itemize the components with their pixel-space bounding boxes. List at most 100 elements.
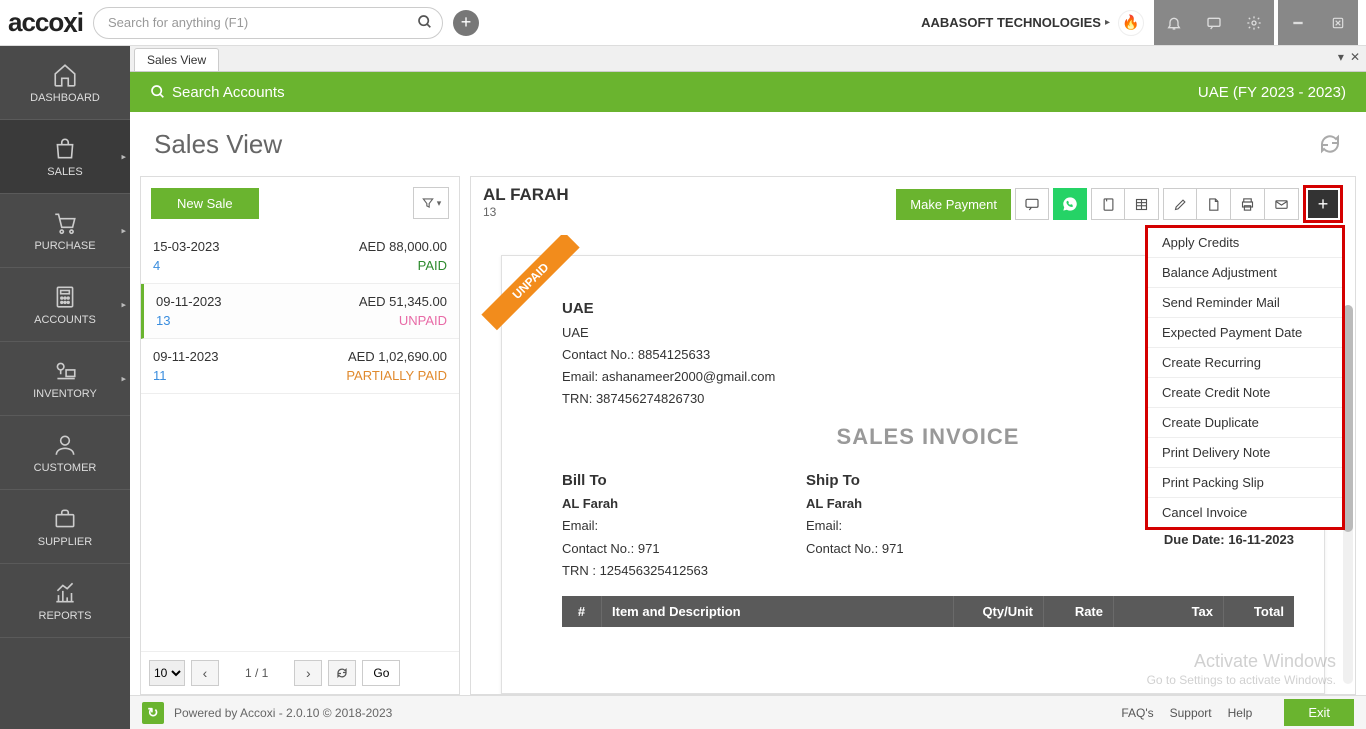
- sidebar-item-reports[interactable]: REPORTS: [0, 564, 130, 638]
- tab-menu-icon[interactable]: ▾: [1338, 50, 1344, 64]
- new-sale-button[interactable]: New Sale: [151, 188, 259, 219]
- sidebar-item-label: CUSTOMER: [34, 462, 97, 474]
- invoice-number-short: 13: [483, 205, 569, 219]
- footer-powered: Powered by Accoxi - 2.0.10 © 2018-2023: [174, 706, 392, 720]
- minimize-icon[interactable]: [1278, 0, 1318, 45]
- gear-icon[interactable]: [1234, 0, 1274, 45]
- exit-button[interactable]: Exit: [1284, 699, 1354, 726]
- sale-row[interactable]: 15-03-2023AED 88,000.00 4PAID: [141, 229, 459, 284]
- footer-help-link[interactable]: Help: [1228, 706, 1253, 720]
- footer: ↻ Powered by Accoxi - 2.0.10 © 2018-2023…: [130, 695, 1366, 729]
- pager-page-label: 1 / 1: [225, 666, 288, 680]
- sidebar-item-label: ACCOUNTS: [34, 314, 96, 326]
- sidebar-item-accounts[interactable]: ACCOUNTS ▸: [0, 268, 130, 342]
- sidebar-item-purchase[interactable]: PURCHASE ▸: [0, 194, 130, 268]
- sidebar-item-supplier[interactable]: SUPPLIER: [0, 490, 130, 564]
- more-menu-item[interactable]: Create Recurring: [1148, 348, 1342, 378]
- customer-name: AL FARAH: [483, 185, 569, 205]
- more-menu-item[interactable]: Send Reminder Mail: [1148, 288, 1342, 318]
- topbar: accoxi + AABASOFT TECHNOLOGIES ▸ 🔥: [0, 0, 1366, 46]
- fire-icon[interactable]: 🔥: [1118, 10, 1144, 36]
- sidebar-item-sales[interactable]: SALES ▸: [0, 120, 130, 194]
- ship-to-block: Ship To AL Farah Email: Contact No.: 971: [806, 468, 1050, 582]
- attachment-icon[interactable]: [1091, 188, 1125, 220]
- sidebar-item-inventory[interactable]: INVENTORY ▸: [0, 342, 130, 416]
- tab-sales-view[interactable]: Sales View: [134, 48, 219, 71]
- more-menu-item[interactable]: Balance Adjustment: [1148, 258, 1342, 288]
- search-icon[interactable]: [417, 14, 433, 30]
- email-icon[interactable]: [1265, 188, 1299, 220]
- page-title-row: Sales View: [130, 112, 1366, 176]
- invoice-items-table: # Item and Description Qty/Unit Rate Tax…: [562, 596, 1294, 627]
- pdf-icon[interactable]: [1197, 188, 1231, 220]
- pager-refresh-button[interactable]: [328, 660, 356, 686]
- person-icon: [52, 432, 78, 458]
- search-input[interactable]: [93, 7, 443, 39]
- global-add-button[interactable]: +: [453, 10, 479, 36]
- more-menu-item[interactable]: Print Packing Slip: [1148, 468, 1342, 498]
- more-menu-item[interactable]: Cancel Invoice: [1148, 498, 1342, 527]
- sidebar-item-customer[interactable]: CUSTOMER: [0, 416, 130, 490]
- more-menu-item[interactable]: Expected Payment Date: [1148, 318, 1342, 348]
- sidebar-item-label: SUPPLIER: [38, 536, 92, 548]
- window-controls: [1278, 0, 1358, 45]
- chevron-right-icon: ▸: [121, 373, 126, 384]
- list-pager: 10 ‹ 1 / 1 › Go: [141, 651, 459, 694]
- page-title: Sales View: [154, 129, 282, 160]
- brand-logo: accoxi: [8, 7, 83, 38]
- briefcase-icon: [52, 506, 78, 532]
- sidebar: DASHBOARD SALES ▸ PURCHASE ▸ ACCOUNTS ▸ …: [0, 46, 130, 729]
- home-icon: [52, 62, 78, 88]
- edit-icon[interactable]: [1163, 188, 1197, 220]
- close-icon[interactable]: [1318, 0, 1358, 45]
- tab-close-icon[interactable]: ✕: [1350, 50, 1360, 64]
- more-menu-item[interactable]: Create Credit Note: [1148, 378, 1342, 408]
- chevron-right-icon: ▸: [121, 225, 126, 236]
- footer-faq-link[interactable]: FAQ's: [1121, 706, 1153, 720]
- whatsapp-icon[interactable]: [1053, 188, 1087, 220]
- tab-strip: Sales View ▾ ✕: [130, 46, 1366, 72]
- footer-logo-icon: ↻: [142, 702, 164, 724]
- chart-icon: [52, 580, 78, 606]
- more-actions-highlight: +: [1303, 185, 1343, 223]
- more-menu-item[interactable]: Create Duplicate: [1148, 408, 1342, 438]
- more-actions-button[interactable]: +: [1308, 190, 1338, 218]
- sales-list-pane: New Sale ▾ 15-03-2023AED 88,000.00 4PAID…: [140, 176, 460, 695]
- bell-icon[interactable]: [1154, 0, 1194, 45]
- footer-support-link[interactable]: Support: [1170, 706, 1212, 720]
- pager-next-button[interactable]: ›: [294, 660, 322, 686]
- topbar-action-group: [1154, 0, 1274, 45]
- bag-icon: [52, 136, 78, 162]
- comment-icon[interactable]: [1015, 188, 1049, 220]
- cart-icon: [52, 210, 78, 236]
- sale-row[interactable]: 09-11-2023AED 51,345.00 13UNPAID: [141, 284, 459, 339]
- filter-button[interactable]: ▾: [413, 187, 449, 219]
- make-payment-button[interactable]: Make Payment: [896, 189, 1011, 220]
- bill-to-block: Bill To AL Farah Email: Contact No.: 971…: [562, 468, 806, 582]
- pager-prev-button[interactable]: ‹: [191, 660, 219, 686]
- pager-go-button[interactable]: Go: [362, 660, 400, 686]
- sidebar-item-label: SALES: [47, 166, 82, 178]
- global-search: [93, 7, 443, 39]
- ledger-icon[interactable]: [1125, 188, 1159, 220]
- sale-detail-pane: AL FARAH 13 Make Payment: [470, 176, 1356, 695]
- sale-row[interactable]: 09-11-2023AED 1,02,690.00 11PARTIALLY PA…: [141, 339, 459, 394]
- refresh-icon[interactable]: [1318, 132, 1342, 156]
- search-accounts-button[interactable]: Search Accounts: [150, 84, 285, 101]
- print-icon[interactable]: [1231, 188, 1265, 220]
- chevron-right-icon[interactable]: ▸: [1105, 17, 1110, 28]
- fiscal-year-label: UAE (FY 2023 - 2023): [1198, 84, 1346, 101]
- sidebar-item-label: INVENTORY: [33, 388, 97, 400]
- more-menu-item[interactable]: Print Delivery Note: [1148, 438, 1342, 468]
- more-actions-menu: Apply CreditsBalance AdjustmentSend Remi…: [1145, 225, 1345, 530]
- company-label[interactable]: AABASOFT TECHNOLOGIES: [921, 15, 1101, 30]
- chat-icon[interactable]: [1194, 0, 1234, 45]
- more-menu-item[interactable]: Apply Credits: [1148, 228, 1342, 258]
- sidebar-item-label: REPORTS: [39, 610, 92, 622]
- page-size-select[interactable]: 10: [149, 660, 185, 686]
- sidebar-item-dashboard[interactable]: DASHBOARD: [0, 46, 130, 120]
- inventory-icon: [52, 358, 78, 384]
- sidebar-item-label: DASHBOARD: [30, 92, 100, 104]
- chevron-right-icon: ▸: [121, 299, 126, 310]
- context-bar: Search Accounts UAE (FY 2023 - 2023): [130, 72, 1366, 112]
